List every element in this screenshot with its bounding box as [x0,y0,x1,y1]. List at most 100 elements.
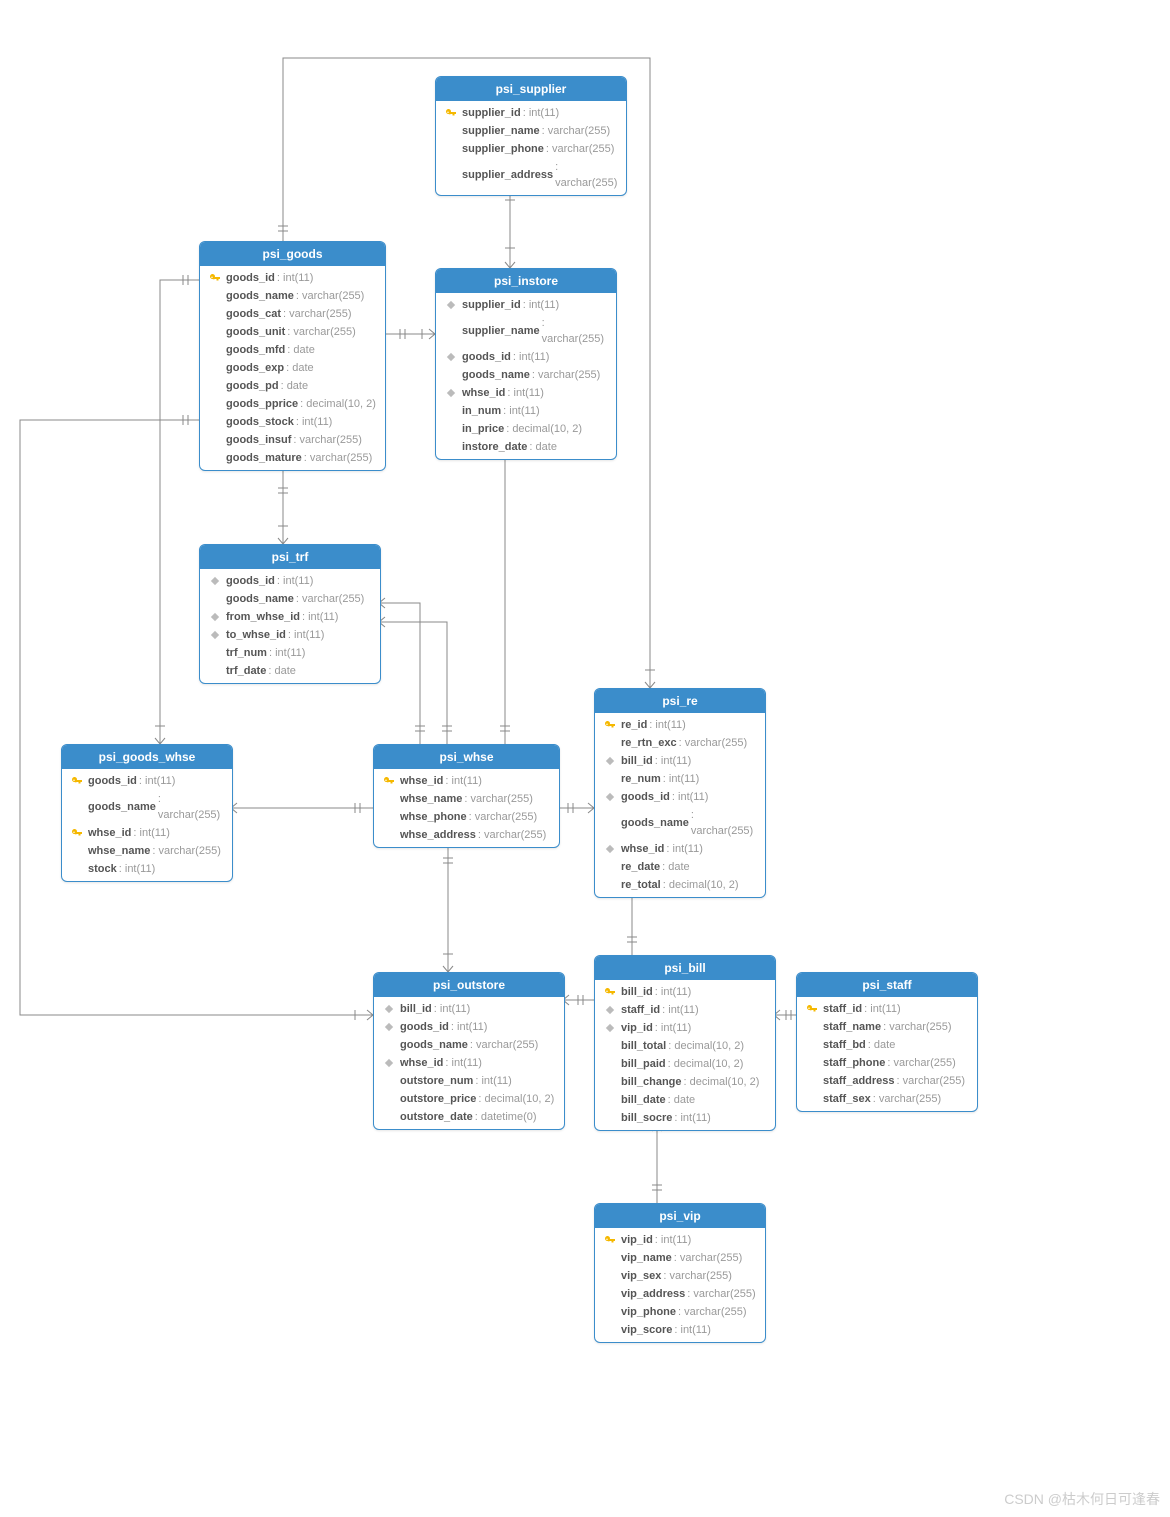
column-type: : int(11) [663,771,700,787]
column-row: whse_name: varchar(255) [374,790,559,808]
table-psi_vip[interactable]: psi_vipvip_id: int(11)vip_name: varchar(… [594,1203,766,1343]
column-name: staff_sex [823,1091,871,1107]
column-type: : varchar(255) [304,450,372,466]
column-name: goods_id [621,789,670,805]
table-psi_instore[interactable]: psi_instoresupplier_id: int(11)supplier_… [435,268,617,460]
column-type: : decimal(10, 2) [300,396,376,412]
blank-icon [603,1305,617,1319]
table-psi_whse[interactable]: psi_whse whse_id: int(11)whse_name: varch… [373,744,560,848]
diamond-icon [382,1056,396,1070]
column-name: goods_unit [226,324,285,340]
blank-icon [805,1038,819,1052]
column-row: stock: int(11) [62,860,232,878]
column-row: goods_mfd: date [200,341,385,359]
column-type: : varchar(255) [287,324,355,340]
table-psi_bill[interactable]: psi_billbill_id: int(11)staff_id: int(11… [594,955,776,1131]
diamond-icon [382,1020,396,1034]
table-header: psi_whse [374,745,559,769]
column-type: : int(11) [513,349,550,365]
column-row: staff_bd: date [797,1036,977,1054]
blank-icon [805,1020,819,1034]
column-row: goods_id: int(11) [200,269,385,287]
table-psi_re[interactable]: psi_rere_id: int(11)re_rtn_exc: varchar(… [594,688,766,898]
column-name: whse_name [400,791,462,807]
column-row: supplier_id: int(11) [436,104,626,122]
key-icon [603,985,617,999]
column-row: goods_name: varchar(255) [374,1036,564,1054]
column-type: : decimal(10, 2) [668,1056,744,1072]
column-name: vip_name [621,1250,672,1266]
column-row: bill_socre: int(11) [595,1109,775,1127]
table-psi_goods[interactable]: psi_goodsgoods_id: int(11)goods_name: va… [199,241,386,471]
column-name: staff_bd [823,1037,866,1053]
table-body: goods_id: int(11)goods_name: varchar(255… [200,569,380,683]
column-name: whse_id [462,385,505,401]
column-name: outstore_price [400,1091,476,1107]
column-row: vip_phone: varchar(255) [595,1303,765,1321]
table-psi_goods_whse[interactable]: psi_goods_whsegoods_id: int(11)goods_nam… [61,744,233,882]
column-name: goods_id [226,270,275,286]
table-psi_trf[interactable]: psi_trfgoods_id: int(11)goods_name: varc… [199,544,381,684]
column-row: staff_sex: varchar(255) [797,1090,977,1108]
blank-icon [208,343,222,357]
column-name: vip_id [621,1020,653,1036]
table-psi_staff[interactable]: psi_staffstaff_id: int(11)staff_name: va… [796,972,978,1112]
column-row: staff_id: int(11) [595,1001,775,1019]
column-type: : decimal(10, 2) [668,1038,744,1054]
column-name: vip_phone [621,1304,676,1320]
column-type: : int(11) [655,1232,692,1248]
table-header: psi_bill [595,956,775,980]
column-name: bill_socre [621,1110,672,1126]
column-row: goods_pd: date [200,377,385,395]
column-row: bill_paid: decimal(10, 2) [595,1055,775,1073]
blank-icon [603,860,617,874]
blank-icon [444,168,458,182]
blank-icon [208,451,222,465]
watermark: CSDN @枯木何日可逢春 [1004,1489,1160,1509]
column-name: whse_address [400,827,476,843]
column-type: : decimal(10, 2) [478,1091,554,1107]
column-row: goods_name: varchar(255) [436,366,616,384]
blank-icon [208,592,222,606]
column-name: re_id [621,717,647,733]
diamond-icon [444,350,458,364]
column-type: : varchar(255) [546,141,614,157]
column-name: goods_mfd [226,342,285,358]
table-psi_outstore[interactable]: psi_outstorebill_id: int(11)goods_id: in… [373,972,565,1130]
blank-icon [444,368,458,382]
column-name: from_whse_id [226,609,300,625]
column-row: supplier_address: varchar(255) [436,158,626,192]
column-type: : int(11) [674,1322,711,1338]
column-type: : varchar(255) [679,735,747,751]
column-type: : date [286,360,314,376]
column-row: whse_id: int(11) [436,384,616,402]
column-type: : date [662,859,690,875]
column-row: vip_id: int(11) [595,1231,765,1249]
column-name: vip_sex [621,1268,661,1284]
column-row: re_rtn_exc: varchar(255) [595,734,765,752]
diamond-icon [603,1021,617,1035]
column-row: bill_id: int(11) [374,1000,564,1018]
column-type: : int(11) [451,1019,488,1035]
column-name: bill_id [400,1001,432,1017]
column-row: whse_id: int(11) [595,840,765,858]
blank-icon [603,1269,617,1283]
column-row: outstore_price: decimal(10, 2) [374,1090,564,1108]
column-type: : int(11) [119,861,156,877]
table-body: goods_id: int(11)goods_name: varchar(255… [200,266,385,470]
column-type: : int(11) [269,645,306,661]
column-type: : decimal(10, 2) [663,877,739,893]
column-name: whse_id [88,825,131,841]
column-row: re_num: int(11) [595,770,765,788]
column-type: : varchar(255) [158,791,224,823]
column-row: trf_num: int(11) [200,644,380,662]
blank-icon [70,844,84,858]
table-body: supplier_id: int(11)supplier_name: varch… [436,293,616,459]
table-psi_supplier[interactable]: psi_suppliersupplier_id: int(11)supplier… [435,76,627,196]
column-type: : int(11) [133,825,170,841]
column-name: goods_id [462,349,511,365]
diamond-icon [444,298,458,312]
column-row: whse_id: int(11) [374,772,559,790]
column-type: : int(11) [503,403,540,419]
column-row: supplier_name: varchar(255) [436,122,626,140]
